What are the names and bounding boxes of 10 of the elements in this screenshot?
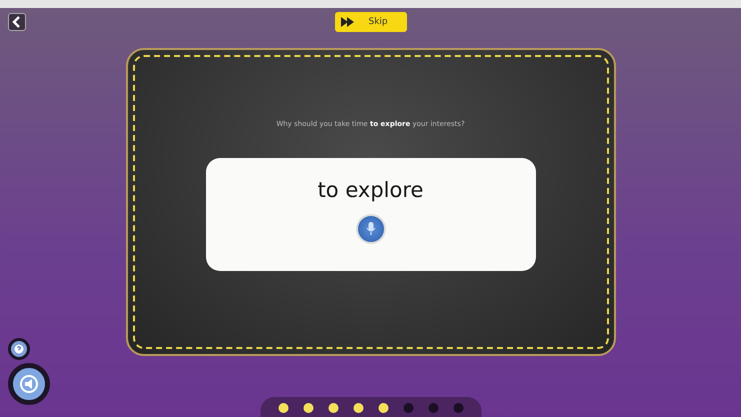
- answer-word: to explore: [318, 178, 424, 202]
- help-button[interactable]: [8, 338, 30, 360]
- help-icon: [14, 344, 24, 354]
- microphone-button[interactable]: [356, 214, 386, 244]
- skip-button[interactable]: Skip: [334, 12, 406, 32]
- back-button[interactable]: [8, 13, 26, 31]
- fast-forward-icon: [340, 17, 354, 27]
- replay-audio-button[interactable]: [8, 363, 50, 405]
- speaker-icon: [19, 374, 39, 394]
- microphone-icon: [366, 222, 376, 236]
